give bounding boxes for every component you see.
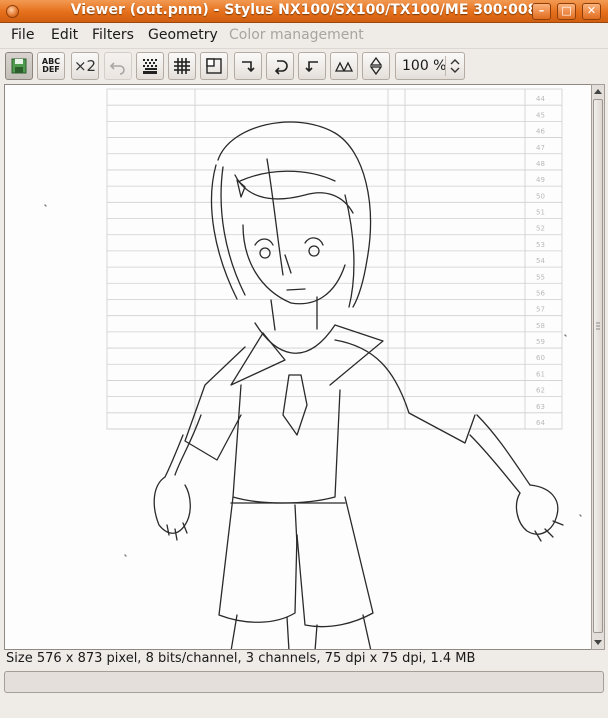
- mirror-vertical-button[interactable]: [362, 52, 390, 80]
- scrollbar-thumb[interactable]: [593, 99, 603, 633]
- save-button[interactable]: [5, 52, 33, 80]
- mirror-vertical-icon: [369, 57, 383, 75]
- dither-button[interactable]: [136, 52, 164, 80]
- scan-row-number: 64: [536, 419, 545, 427]
- zoom-value[interactable]: 100 %: [402, 58, 446, 74]
- double-size-icon: ×2: [73, 57, 97, 75]
- rotate-180-icon: [274, 60, 288, 75]
- grip-icon: [596, 322, 600, 330]
- crop-icon: [206, 58, 222, 74]
- scan-row-number: 61: [536, 370, 545, 378]
- scan-row-number: 57: [536, 306, 545, 314]
- ocr-label-bottom: DEF: [42, 65, 60, 74]
- crop-button[interactable]: [200, 52, 228, 80]
- rotate-180-button[interactable]: [266, 52, 294, 80]
- menu-bar: File Edit Filters Geometry Color managem…: [0, 23, 608, 47]
- spin-arrows-icon[interactable]: [448, 55, 462, 77]
- grid-icon: [174, 58, 190, 74]
- rotate-left-button[interactable]: [298, 52, 326, 80]
- scanned-sketch-image: 44 45 46 47 48 49 50 51 52 53 54 55 56 57 58 59 60 61 62 63…: [5, 85, 591, 649]
- grid-button[interactable]: [168, 52, 196, 80]
- scan-row-number: 55: [536, 273, 545, 281]
- rotate-left-icon: [305, 61, 318, 73]
- save-icon: [11, 58, 27, 74]
- dither-icon: [143, 59, 157, 74]
- scan-row-number: 53: [536, 241, 545, 249]
- scan-row-number: 45: [536, 111, 545, 119]
- minimize-button[interactable]: –: [532, 3, 551, 20]
- ocr-button[interactable]: ABC DEF: [37, 52, 65, 80]
- scan-row-number: 50: [536, 192, 545, 200]
- scroll-up-arrow-icon[interactable]: [594, 89, 602, 94]
- close-button[interactable]: ✕: [582, 3, 601, 20]
- zoom-separator: [445, 56, 446, 76]
- scan-row-number: 63: [536, 403, 545, 411]
- toolbar: ABC DEF ×2 100 %: [0, 48, 608, 83]
- mirror-horizontal-icon: [335, 61, 353, 72]
- scan-row-number: 59: [536, 338, 545, 346]
- mirror-horizontal-button[interactable]: [330, 52, 358, 80]
- vertical-scrollbar[interactable]: [591, 84, 605, 650]
- zoom-spinbox[interactable]: 100 %: [395, 52, 465, 80]
- progress-bar: [4, 671, 604, 693]
- undo-button: [104, 52, 132, 80]
- image-viewport[interactable]: 44 45 46 47 48 49 50 51 52 53 54 55 56 57 58 59 60 61 62 63…: [4, 84, 592, 650]
- status-text: Size 576 x 873 pixel, 8 bits/channel, 3 …: [6, 651, 476, 666]
- scroll-down-arrow-icon[interactable]: [594, 640, 602, 645]
- scan-row-number: 51: [536, 209, 545, 217]
- rotate-right-button[interactable]: [234, 52, 262, 80]
- scan-row-number: 48: [536, 160, 545, 168]
- scan-row-number: 49: [536, 176, 545, 184]
- scan-row-number: 47: [536, 144, 545, 152]
- undo-icon: [109, 62, 125, 75]
- menu-edit[interactable]: Edit: [51, 27, 78, 43]
- menu-color-management: Color management: [229, 27, 364, 43]
- menu-geometry[interactable]: Geometry: [148, 27, 218, 43]
- scan-row-number: 54: [536, 257, 545, 265]
- scan-row-number: 60: [536, 354, 545, 362]
- menu-file[interactable]: File: [11, 27, 34, 43]
- title-bar: Viewer (out.pnm) - Stylus NX100/SX100/TX…: [0, 0, 608, 23]
- scan-row-number: 56: [536, 289, 545, 297]
- scan-row-number: 46: [536, 128, 545, 136]
- maximize-button[interactable]: □: [557, 3, 576, 20]
- scan-row-number: 44: [536, 95, 545, 103]
- scan-row-number: 62: [536, 387, 545, 395]
- scan-row-number: 58: [536, 322, 545, 330]
- double-size-button[interactable]: ×2: [71, 52, 99, 80]
- menu-filters[interactable]: Filters: [92, 27, 134, 43]
- rotate-right-icon: [242, 61, 255, 73]
- ocr-icon: ABC DEF: [42, 58, 60, 74]
- window-title: Viewer (out.pnm) - Stylus NX100/SX100/TX…: [70, 2, 538, 18]
- scan-row-number: 52: [536, 225, 545, 233]
